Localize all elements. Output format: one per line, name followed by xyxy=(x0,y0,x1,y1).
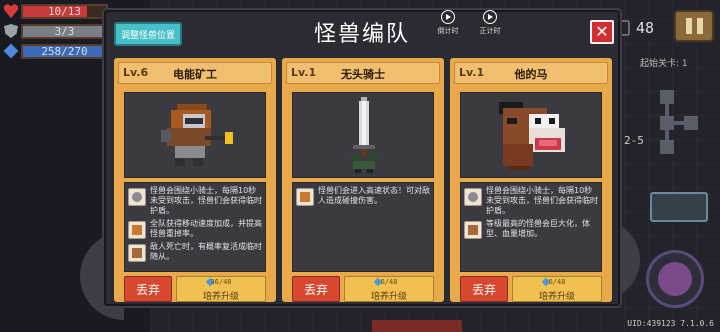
pause-bar-icon xyxy=(685,18,692,34)
upgrade-button[interactable]: 36/48 培养升级 xyxy=(176,276,266,302)
countup-button[interactable]: 正计时 xyxy=(474,10,506,42)
skill-text: 等级最高的怪兽会巨大化，体型、血量增加。 xyxy=(486,219,590,238)
skill-row: 怪兽们会进入高速状态！可对敌人造成碰撞伤害。 xyxy=(296,186,430,206)
minimap-room xyxy=(660,116,674,130)
skills-box: 怪兽们会进入高速状态！可对敌人造成碰撞伤害。 xyxy=(292,182,434,272)
character-skill-icon xyxy=(658,262,692,296)
countdown-button[interactable]: 倒计时 xyxy=(432,10,464,42)
armor-bar: 3/3 xyxy=(21,23,108,39)
monster-portrait xyxy=(124,92,266,178)
monster-card-miner: Lv.6 电能矿工 怪兽会围绕小骑士，每隔10秒未受到攻击，怪兽们会获得临时护盾… xyxy=(114,58,276,302)
uid-label: UID:439123 7.1.0.6 xyxy=(627,319,714,328)
shield-skill-icon xyxy=(464,188,482,206)
skill-text: 怪兽们会进入高速状态！可对敌人造成碰撞伤害。 xyxy=(318,186,430,205)
card-name: 无头骑士 xyxy=(341,68,385,81)
skills-box: 怪兽会围绕小骑士，每隔10秒未受到攻击，怪兽们会获得临时护盾。 全队获得移动速度… xyxy=(124,182,266,272)
shield-skill-icon xyxy=(128,188,146,206)
wall-segment xyxy=(372,320,462,332)
minimap[interactable] xyxy=(620,80,710,180)
skill-button[interactable] xyxy=(646,250,704,308)
upgrade-button[interactable]: 6/48 培养升级 xyxy=(512,276,602,302)
discard-button[interactable]: 丢弃 xyxy=(460,276,508,302)
upgrade-progress: 36/48 xyxy=(210,278,232,286)
monster-portrait xyxy=(460,92,602,178)
dialog-title: 怪兽编队 xyxy=(313,22,410,47)
countup-label: 正计时 xyxy=(479,27,501,35)
electric-miner-sprite-icon xyxy=(161,104,233,166)
card-header: Lv.1 他的马 xyxy=(454,62,608,84)
skill-row: 怪兽会围绕小骑士，每隔10秒未受到攻击，怪兽们会获得临时护盾。 xyxy=(464,186,598,216)
armor-value: 3/3 xyxy=(54,24,75,38)
card-header: Lv.6 电能矿工 xyxy=(118,62,272,84)
monster-team-dialog: 调整怪兽位置 怪兽编队 倒计时 正计时 ✕ Lv.6 电能矿工 怪兽会围绕小骑士… xyxy=(104,10,620,306)
card-name: 他的马 xyxy=(514,68,548,81)
hp-bar: 10/13 xyxy=(21,3,108,19)
pause-button[interactable] xyxy=(674,10,714,42)
horse-sprite-icon xyxy=(499,102,565,170)
upgrade-button[interactable]: 6/48 培养升级 xyxy=(344,276,434,302)
card-header: Lv.1 无头骑士 xyxy=(286,62,440,84)
player-stats: 10/13 3/3 258/270 xyxy=(3,2,108,62)
shield-icon xyxy=(4,24,18,38)
upgrade-progress: 6/48 xyxy=(548,278,566,286)
level-indicator: 2-5 xyxy=(624,134,644,147)
monster-card-horse: Lv.1 他的马 怪兽会围绕小骑士，每隔10秒未受到攻击，怪兽们会获得临时护盾。… xyxy=(450,58,612,302)
monster-portrait xyxy=(292,92,434,178)
skill-row: 敌人死亡时，有概率复活成临时随从。 xyxy=(128,242,262,262)
heart-icon xyxy=(4,4,18,18)
countdown-label: 倒计时 xyxy=(437,27,459,35)
minimap-room xyxy=(660,90,674,104)
play-icon xyxy=(441,10,455,24)
skill-text: 怪兽会围绕小骑士，每隔10秒未受到攻击，怪兽们会获得临时护盾。 xyxy=(150,186,262,215)
monster-card-headless-knight: Lv.1 无头骑士 怪兽们会进入高速状态！可对敌人造成碰撞伤害。 丢弃 6/48… xyxy=(282,58,444,302)
upgrade-label: 培养升级 xyxy=(370,292,407,302)
skills-box: 怪兽会围绕小骑士，每隔10秒未受到攻击，怪兽们会获得临时护盾。 等级最高的怪兽会… xyxy=(460,182,602,272)
armor-row: 3/3 xyxy=(4,22,108,40)
headless-knight-sprite-icon xyxy=(351,97,377,173)
hp-row: 10/13 xyxy=(4,2,108,20)
energy-row: 258/270 xyxy=(3,42,108,60)
weapon-slot[interactable] xyxy=(650,192,708,222)
skill-text: 怪兽会围绕小骑士，每隔10秒未受到攻击，怪兽们会获得临时护盾。 xyxy=(486,186,598,215)
upgrade-label: 培养升级 xyxy=(202,292,239,302)
skill-row: 全队获得移动速度加成，并提高怪兽重掉率。 xyxy=(128,219,262,239)
speed-skill-icon xyxy=(128,221,146,239)
upgrade-progress: 6/48 xyxy=(380,278,398,286)
coin-count: 48 xyxy=(636,19,655,37)
pause-bar-icon xyxy=(696,18,703,34)
hp-value: 10/13 xyxy=(47,4,82,18)
energy-value: 258/270 xyxy=(41,44,88,58)
rush-skill-icon xyxy=(296,188,314,206)
skill-text: 敌人死亡时，有概率复活成临时随从。 xyxy=(150,242,262,261)
upgrade-label: 培养升级 xyxy=(538,292,575,302)
start-level-label: 起始关卡: 1 xyxy=(640,59,688,69)
close-button[interactable]: ✕ xyxy=(590,20,614,44)
card-name: 电能矿工 xyxy=(173,68,217,81)
summon-skill-icon xyxy=(128,244,146,262)
energy-bar: 258/270 xyxy=(21,43,108,59)
skill-row: 怪兽会围绕小骑士，每隔10秒未受到攻击，怪兽们会获得临时护盾。 xyxy=(128,186,262,216)
energy-icon xyxy=(3,43,19,59)
minimap-room xyxy=(684,116,698,130)
discard-button[interactable]: 丢弃 xyxy=(292,276,340,302)
skill-text: 全队获得移动速度加成，并提高怪兽重掉率。 xyxy=(150,219,262,238)
minimap-corridor xyxy=(674,121,684,125)
grow-skill-icon xyxy=(464,221,482,239)
discard-button[interactable]: 丢弃 xyxy=(124,276,172,302)
skill-row: 等级最高的怪兽会巨大化，体型、血量增加。 xyxy=(464,219,598,239)
minimap-corridor xyxy=(665,104,669,116)
play-icon xyxy=(483,10,497,24)
minimap-room xyxy=(660,140,674,154)
minimap-corridor xyxy=(665,130,669,140)
